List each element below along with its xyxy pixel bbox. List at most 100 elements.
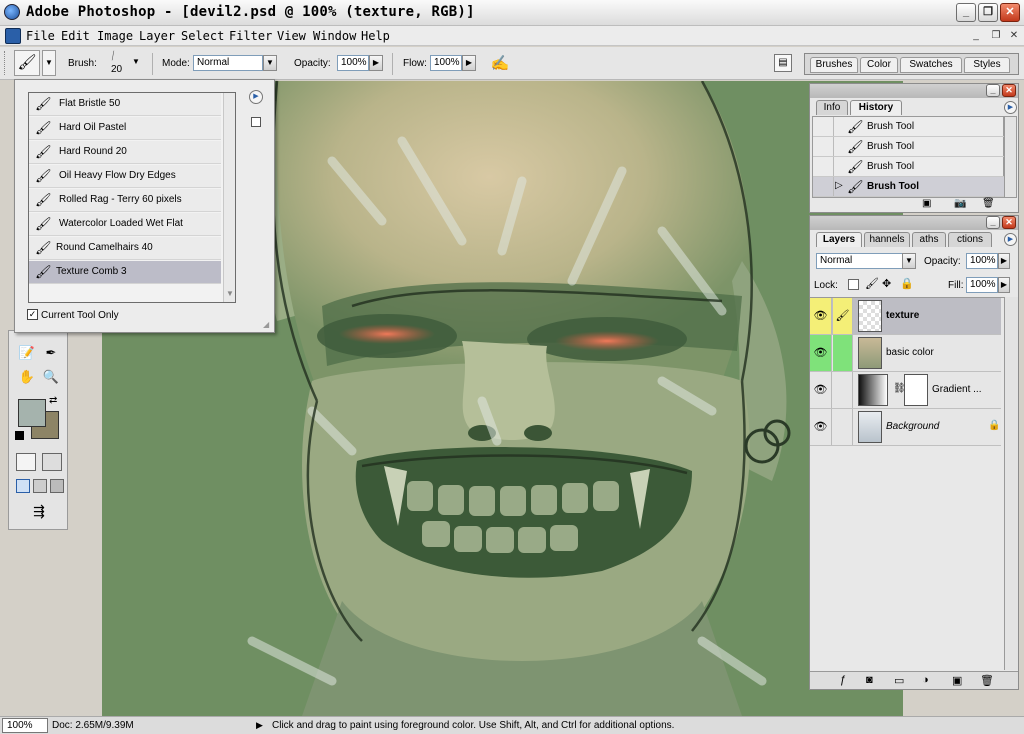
scroll-down-icon[interactable]: ▼	[226, 289, 234, 298]
brush-picker-button[interactable]: ⟋ 20 ▼	[104, 50, 144, 77]
palette-title-bar[interactable]: _ ✕	[810, 84, 1018, 98]
lock-position-icon[interactable]: ✥	[882, 277, 891, 290]
document-icon[interactable]	[5, 28, 21, 44]
well-tab-swatches[interactable]: Swatches	[900, 57, 962, 73]
history-scrollbar[interactable]	[1004, 116, 1017, 198]
brush-item[interactable]: 🖌 Hard Oil Pastel	[29, 117, 221, 140]
history-state-slider-icon[interactable]: ▷	[835, 180, 843, 191]
new-adjustment-layer-icon[interactable]: ◑	[922, 674, 929, 686]
maximize-button[interactable]: ❐	[978, 3, 998, 22]
mode-dropdown-icon[interactable]: ▼	[263, 55, 277, 71]
layer-visibility-eye-icon[interactable]: 👁	[810, 372, 832, 408]
lock-image-icon[interactable]: 🖌	[865, 277, 879, 290]
document-size-info[interactable]: Doc: 2.65M/9.39M	[52, 720, 134, 731]
eyedropper-tool-icon[interactable]: ✒	[41, 343, 61, 363]
layer-link-slot[interactable]	[833, 372, 853, 408]
hand-tool-icon[interactable]: ✋	[17, 367, 37, 387]
layer-visibility-eye-icon[interactable]: 👁	[810, 298, 832, 334]
menu-window[interactable]: Window	[313, 29, 356, 43]
notes-tool-icon[interactable]: 📝	[17, 343, 37, 363]
create-new-preset-icon[interactable]	[251, 117, 261, 127]
add-layer-style-icon[interactable]: ƒ	[840, 674, 846, 686]
tab-history[interactable]: History	[850, 100, 902, 115]
menu-help[interactable]: Help	[361, 29, 390, 43]
delete-layer-icon[interactable]: 🗑	[980, 674, 994, 687]
status-menu-arrow-icon[interactable]: ▶	[256, 720, 263, 731]
well-tab-brushes[interactable]: Brushes	[810, 57, 858, 73]
layer-visibility-eye-icon[interactable]: 👁	[810, 409, 832, 445]
palette-minimize-button[interactable]: _	[986, 216, 1000, 229]
jump-to-imageready-icon[interactable]: ⇶	[17, 503, 61, 523]
menu-view[interactable]: View	[277, 29, 306, 43]
delete-state-icon[interactable]: 🗑	[982, 198, 995, 209]
layer-opacity-arrow-icon[interactable]: ▶	[998, 253, 1010, 269]
layer-row-basic-color[interactable]: 👁 basic color	[810, 335, 1001, 372]
layer-row-background[interactable]: 👁 Background 🔒	[810, 409, 1001, 446]
blend-mode-select[interactable]: Normal	[816, 253, 904, 269]
palette-close-button[interactable]: ✕	[1002, 84, 1016, 97]
history-snapshot-source[interactable]	[813, 177, 834, 196]
standard-screen-icon[interactable]	[16, 479, 30, 493]
history-state[interactable]: 🖌 Brush Tool	[813, 157, 1004, 177]
history-state-current[interactable]: ▷ 🖌 Brush Tool	[813, 177, 1004, 197]
layer-link-slot[interactable]	[833, 335, 853, 371]
airbrush-icon[interactable]: ✍	[488, 53, 512, 75]
tab-paths[interactable]: aths	[912, 232, 946, 247]
opacity-field[interactable]: 100%	[337, 55, 369, 71]
layer-row-texture[interactable]: 👁 🖌 texture	[810, 298, 1001, 335]
layers-menu-icon[interactable]: ▶	[1004, 233, 1017, 246]
brush-item[interactable]: 🖌 Rolled Rag - Terry 60 pixels	[29, 189, 221, 212]
tab-channels[interactable]: hannels	[864, 232, 910, 247]
new-layer-icon[interactable]: ▣	[952, 674, 962, 687]
opacity-slider-arrow-icon[interactable]: ▶	[369, 55, 383, 71]
blend-mode-dropdown-icon[interactable]: ▼	[902, 253, 916, 269]
history-snapshot-source[interactable]	[813, 117, 834, 136]
menu-image[interactable]: Image	[97, 29, 133, 43]
doc-close-button[interactable]: ✕	[1006, 29, 1022, 43]
tool-preset-brush-icon[interactable]: 🖌	[14, 50, 40, 76]
menu-edit[interactable]: Edit	[61, 29, 90, 43]
lock-all-icon[interactable]: 🔒	[900, 277, 914, 290]
new-group-icon[interactable]: ▭	[894, 674, 904, 687]
brush-list-scrollbar[interactable]: ▼	[223, 93, 235, 302]
history-snapshot-source[interactable]	[813, 157, 834, 176]
brush-item-selected[interactable]: 🖌 Texture Comb 3	[29, 261, 221, 284]
zoom-tool-icon[interactable]: 🔍	[41, 367, 61, 387]
full-screen-menu-icon[interactable]	[33, 479, 47, 493]
file-browser-icon[interactable]: ▤	[774, 54, 792, 72]
layer-active-brush-icon[interactable]: 🖌	[833, 298, 853, 334]
well-tab-styles[interactable]: Styles	[964, 57, 1010, 73]
menu-layer[interactable]: Layer	[139, 29, 175, 43]
brush-item[interactable]: 🖌 Flat Bristle 50	[29, 93, 221, 116]
close-button[interactable]: ✕	[1000, 3, 1020, 22]
brush-item[interactable]: 🖌 Hard Round 20	[29, 141, 221, 164]
palette-minimize-button[interactable]: _	[986, 84, 1000, 97]
fill-field[interactable]: 100%	[966, 277, 998, 293]
brush-item[interactable]: 🖌 Round Camelhairs 40	[29, 237, 221, 260]
new-document-from-state-icon[interactable]: ▣	[922, 198, 931, 209]
minimize-button[interactable]: _	[956, 3, 976, 22]
palette-close-button[interactable]: ✕	[1002, 216, 1016, 229]
brush-item[interactable]: 🖌 Watercolor Loaded Wet Flat	[29, 213, 221, 236]
well-tab-color[interactable]: Color	[860, 57, 898, 73]
quickmask-mode-icon[interactable]	[42, 453, 62, 471]
history-state[interactable]: 🖌 Brush Tool	[813, 117, 1004, 137]
brush-item[interactable]: 🖌 Oil Heavy Flow Dry Edges	[29, 165, 221, 188]
palette-title-bar[interactable]: _ ✕	[810, 216, 1018, 230]
layer-opacity-field[interactable]: 100%	[966, 253, 998, 269]
tab-actions[interactable]: ctions	[948, 232, 992, 247]
flow-slider-arrow-icon[interactable]: ▶	[462, 55, 476, 71]
full-screen-icon[interactable]	[50, 479, 64, 493]
default-colors-icon[interactable]	[15, 431, 24, 440]
zoom-level-field[interactable]: 100%	[2, 718, 48, 733]
layer-row-gradient-map[interactable]: 👁 ⛓ Gradient ...	[810, 372, 1001, 409]
layer-visibility-eye-icon[interactable]: 👁	[810, 335, 832, 371]
history-snapshot-source[interactable]	[813, 137, 834, 156]
tab-layers[interactable]: Layers	[816, 232, 862, 247]
photoshop-app-icon[interactable]	[4, 4, 20, 20]
new-snapshot-icon[interactable]: 📷	[954, 198, 966, 209]
foreground-color-swatch-front[interactable]	[18, 399, 46, 427]
options-bar-grip[interactable]	[4, 51, 6, 75]
lock-transparency-icon[interactable]	[848, 279, 859, 290]
fill-arrow-icon[interactable]: ▶	[998, 277, 1010, 293]
